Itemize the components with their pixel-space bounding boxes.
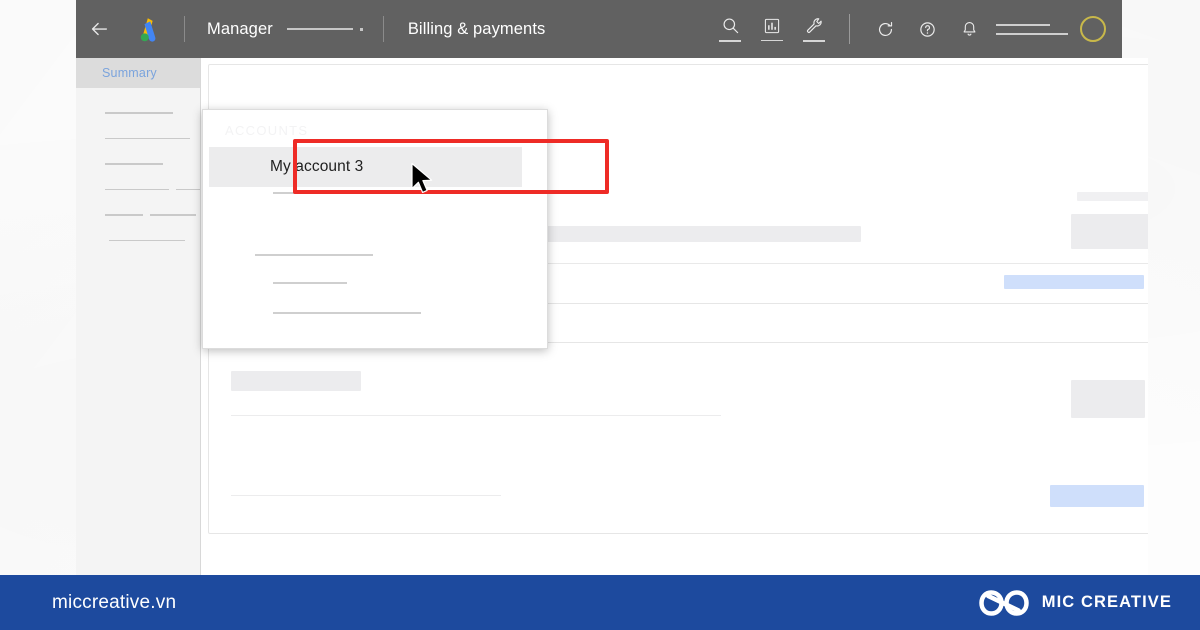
page-body: Summary ACCOUNTS My account 3 — [76, 58, 1148, 575]
reports-icon[interactable] — [755, 9, 789, 49]
google-ads-logo-icon — [140, 18, 156, 42]
back-button[interactable] — [76, 18, 122, 40]
tools-icon[interactable] — [797, 9, 831, 49]
sidebar-redacted-items — [76, 88, 200, 241]
dropdown-item-my-account-3[interactable]: My account 3 — [270, 158, 363, 176]
cursor-glyph — [411, 162, 433, 193]
sidebar-item-redacted[interactable] — [105, 214, 200, 216]
sidebar-item-redacted[interactable] — [105, 112, 173, 114]
redacted-bar — [1077, 192, 1148, 201]
refresh-glyph — [878, 21, 892, 36]
top-app-bar: Manager Billing & payments — [76, 0, 1122, 58]
browser-screenshot: Manager Billing & payments Summary ACCOU… — [76, 0, 1148, 575]
search-glyph — [722, 18, 738, 34]
topbar-divider-3 — [849, 14, 850, 44]
redacted-box — [1071, 214, 1148, 249]
redacted-line — [231, 495, 501, 496]
redacted-blue-button[interactable] — [1050, 485, 1144, 507]
search-icon[interactable] — [713, 9, 747, 49]
redacted-line — [231, 415, 721, 416]
footer-banner: miccreative.vn MIC CREATIVE — [0, 575, 1200, 630]
mouse-pointer-arrow — [410, 162, 436, 201]
help-icon[interactable] — [910, 9, 944, 49]
mic-creative-infinity-logo — [979, 589, 1029, 616]
sidebar-item-summary-label: Summary — [102, 66, 157, 80]
topbar-divider-1 — [184, 16, 185, 42]
google-ads-logo[interactable] — [122, 16, 176, 42]
dropdown-item-redacted[interactable] — [273, 312, 421, 314]
banner-brand-text: MIC CREATIVE — [1041, 593, 1172, 611]
refresh-icon[interactable] — [868, 9, 902, 49]
banner-brand: MIC CREATIVE — [979, 588, 1172, 618]
account-id-redacted-dot — [359, 27, 363, 31]
user-name-redacted — [996, 23, 1068, 35]
redacted-bar — [231, 371, 361, 391]
account-switcher-dropdown: ACCOUNTS My account 3 — [202, 109, 548, 349]
back-arrow-icon — [91, 22, 108, 36]
sidebar-item-redacted[interactable] — [105, 188, 200, 190]
payments-detail-card — [208, 342, 1148, 534]
sidebar-item-summary[interactable]: Summary — [76, 58, 200, 88]
dropdown-item-selected-bg[interactable] — [209, 147, 522, 187]
sidebar-item-redacted[interactable] — [109, 239, 185, 241]
help-glyph — [919, 21, 935, 37]
manager-label[interactable]: Manager — [207, 20, 273, 39]
sidebar-item-redacted[interactable] — [105, 137, 190, 139]
notifications-icon[interactable] — [952, 9, 986, 49]
dropdown-item-redacted[interactable] — [273, 282, 347, 284]
avatar[interactable] — [1080, 16, 1106, 42]
banner-website-url: miccreative.vn — [52, 591, 177, 613]
dropdown-item-redacted[interactable] — [255, 254, 373, 256]
account-name-redacted — [286, 28, 353, 30]
side-navigation: Summary — [76, 58, 201, 575]
topbar-divider-2 — [382, 16, 384, 42]
section-title-billing-payments: Billing & payments — [407, 19, 546, 38]
redacted-box — [1071, 380, 1145, 418]
topbar-actions — [709, 9, 1122, 49]
dropdown-item-redacted[interactable] — [273, 192, 421, 194]
wrench-glyph — [806, 18, 822, 34]
bell-glyph — [963, 21, 975, 36]
sidebar-item-redacted[interactable] — [105, 163, 163, 165]
dropdown-section-title: ACCOUNTS — [225, 123, 309, 138]
reports-glyph — [764, 18, 780, 33]
redacted-blue-link[interactable] — [1004, 275, 1144, 289]
